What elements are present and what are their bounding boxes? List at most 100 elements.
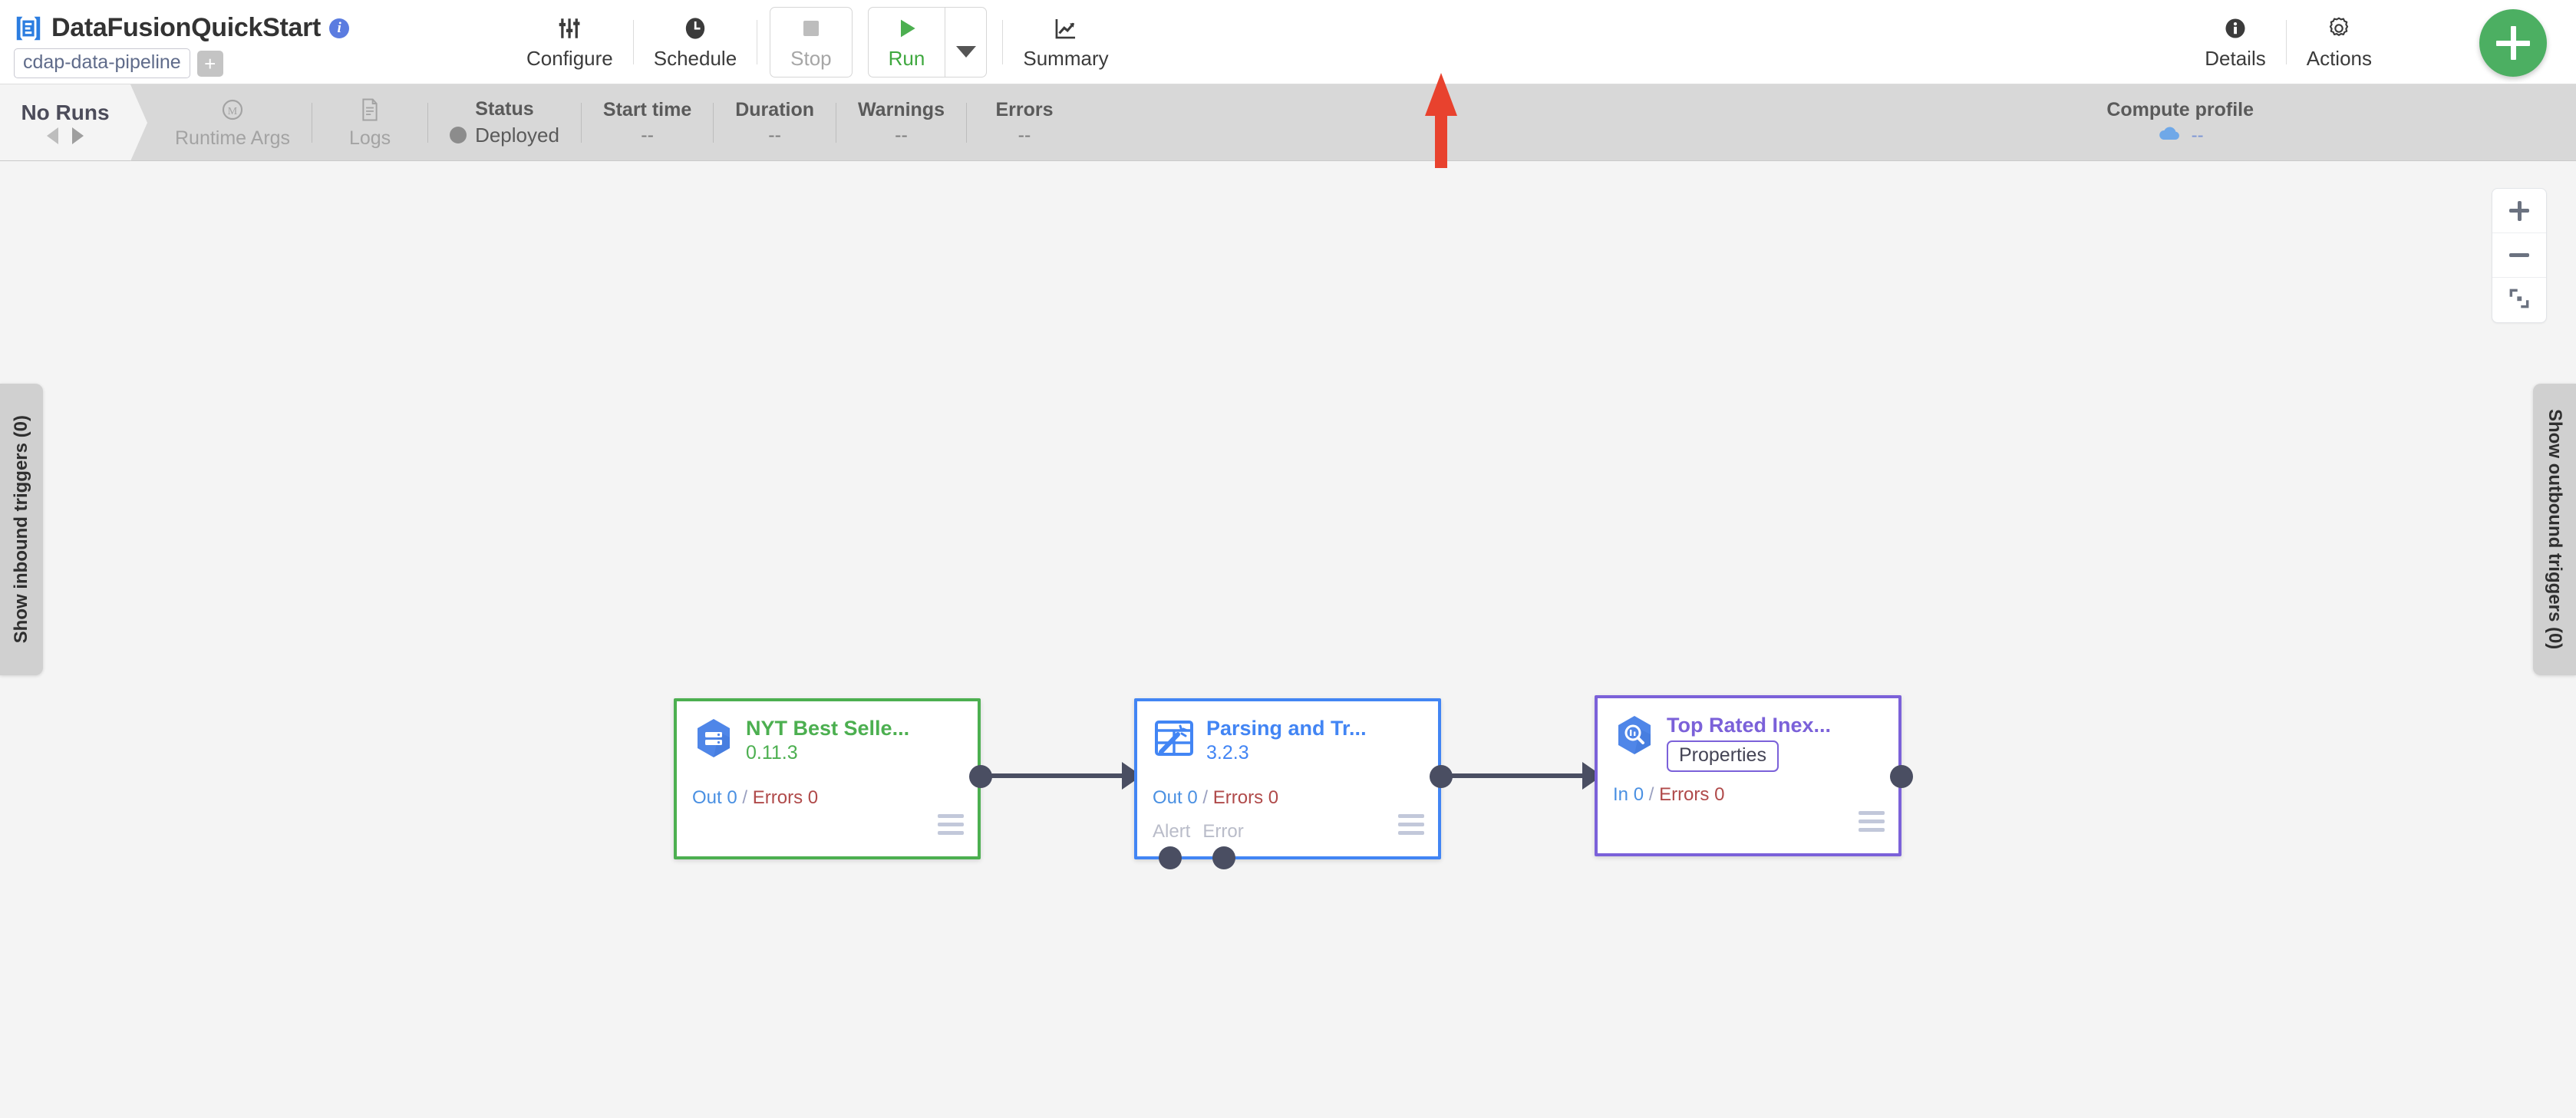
- runs-pager: [47, 127, 84, 144]
- node-alert-endpoint[interactable]: [1159, 846, 1182, 869]
- node-meta: NYT Best Selle... 0.11.3: [746, 717, 909, 764]
- triangle-right-icon[interactable]: [72, 127, 84, 144]
- clock-icon: [682, 14, 708, 43]
- bigquery-sink-icon: [1613, 714, 1656, 757]
- node-header: Top Rated Inex... Properties: [1598, 698, 1898, 772]
- schedule-button[interactable]: Schedule: [634, 7, 757, 78]
- arrow-shaft: [1435, 113, 1447, 168]
- start-time-column: Start time --: [582, 84, 713, 160]
- outbound-triggers-tab[interactable]: Show outbound triggers (0): [2533, 384, 2576, 675]
- logs-button[interactable]: Logs: [312, 84, 427, 160]
- document-icon: [358, 95, 381, 124]
- node-metrics: Out 0 / Errors 0: [1153, 787, 1278, 809]
- node-output-endpoint[interactable]: [1890, 765, 1913, 788]
- schedule-label: Schedule: [653, 46, 737, 70]
- compute-profile-value-row: --: [2157, 125, 2204, 147]
- metrics-separator: /: [1648, 784, 1654, 805]
- canvas-zoom-controls: [2492, 188, 2547, 323]
- stop-button-wrap: Stop: [757, 6, 865, 78]
- runtime-args-button[interactable]: M Runtime Args: [153, 84, 312, 160]
- pipeline-title-row: DataFusionQuickStart i: [14, 13, 353, 43]
- triangle-left-icon[interactable]: [47, 127, 58, 144]
- node-metrics: Out 0 / Errors 0: [692, 787, 818, 809]
- run-status-bar: No Runs M Runtime Args Logs Status Deplo…: [0, 84, 2576, 161]
- compute-profile-column[interactable]: Compute profile --: [2106, 84, 2254, 160]
- compute-profile-header: Compute profile: [2106, 98, 2254, 120]
- macro-m-icon: M: [220, 95, 245, 124]
- zoom-in-button[interactable]: [2492, 189, 2546, 233]
- actions-label: Actions: [2306, 46, 2372, 70]
- node-out-value: 0: [727, 787, 737, 808]
- info-icon[interactable]: i: [329, 18, 350, 38]
- fit-to-screen-icon: [2507, 286, 2531, 315]
- node-menu-button[interactable]: [938, 814, 964, 839]
- connection-wrangler-to-sink[interactable]: [1450, 773, 1596, 778]
- hamburger-icon-line: [1398, 814, 1424, 818]
- annotation-arrow-run: [1425, 73, 1457, 173]
- status-column: Status Deployed: [428, 84, 581, 160]
- status-header: Status: [475, 97, 534, 120]
- node-version: 3.2.3: [1206, 742, 1249, 763]
- node-in-label: In: [1613, 784, 1629, 805]
- hamburger-icon-line: [1398, 831, 1424, 835]
- zoom-out-button[interactable]: [2492, 233, 2546, 278]
- metrics-separator: /: [1202, 787, 1209, 808]
- errors-value: --: [1018, 124, 1031, 146]
- hamburger-icon-line: [1398, 823, 1424, 826]
- hamburger-icon-line: [938, 831, 964, 835]
- node-name: NYT Best Selle...: [746, 717, 910, 740]
- configure-button[interactable]: Configure: [506, 7, 633, 78]
- node-errors-value: 0: [1714, 784, 1725, 805]
- add-plugin-fab[interactable]: [2479, 9, 2547, 77]
- wrangler-icon: [1153, 717, 1196, 760]
- run-label: Run: [888, 46, 925, 70]
- add-tag-button[interactable]: +: [196, 50, 223, 77]
- runtime-args-label: Runtime Args: [175, 127, 291, 149]
- svg-text:M: M: [228, 106, 238, 117]
- status-badge: Deployed: [450, 124, 559, 147]
- cdap-logo-icon: [14, 14, 43, 43]
- top-toolbar: DataFusionQuickStart i cdap-data-pipelin…: [0, 0, 2576, 84]
- stop-label: Stop: [790, 46, 832, 70]
- node-errors-label: Errors: [1212, 787, 1264, 808]
- play-triangle-icon: [895, 14, 919, 43]
- inbound-triggers-tab[interactable]: Show inbound triggers (0): [0, 384, 43, 675]
- details-label: Details: [2205, 46, 2266, 70]
- node-output-endpoint[interactable]: [1430, 765, 1453, 788]
- run-button[interactable]: Run: [869, 8, 945, 77]
- node-name: Top Rated Inex...: [1667, 714, 1832, 737]
- duration-value: --: [768, 124, 781, 146]
- run-button-wrap: Run: [865, 6, 991, 78]
- connection-source-to-wrangler[interactable]: [990, 773, 1136, 778]
- node-menu-button[interactable]: [1859, 811, 1885, 836]
- node-meta: Top Rated Inex... Properties: [1667, 714, 1831, 772]
- pipeline-node-source[interactable]: NYT Best Selle... 0.11.3 Out 0 / Errors …: [674, 698, 992, 859]
- run-dropdown-button[interactable]: [945, 7, 986, 77]
- actions-button[interactable]: Actions: [2287, 7, 2392, 78]
- hamburger-icon-line: [938, 823, 964, 826]
- runs-count-label: No Runs: [21, 101, 110, 124]
- node-properties-tooltip[interactable]: Properties: [1667, 740, 1779, 772]
- page-title: DataFusionQuickStart: [51, 13, 322, 42]
- node-metrics: In 0 / Errors 0: [1613, 784, 1724, 806]
- pipeline-identity: DataFusionQuickStart i cdap-data-pipelin…: [0, 0, 353, 84]
- stop-button[interactable]: Stop: [770, 6, 853, 78]
- pipeline-canvas[interactable]: Show inbound triggers (0) Show outbound …: [0, 161, 2576, 1118]
- details-button[interactable]: Details: [2185, 7, 2285, 78]
- status-metrics: M Runtime Args Logs Status Deployed Star…: [130, 84, 1082, 160]
- runs-selector: No Runs: [0, 84, 147, 161]
- warnings-column: Warnings --: [836, 84, 966, 160]
- errors-column: Errors --: [967, 84, 1082, 160]
- node-menu-button[interactable]: [1398, 814, 1424, 839]
- pipeline-node-sink[interactable]: Top Rated Inex... Properties In 0 / Erro…: [1595, 695, 1913, 856]
- outbound-triggers-label: Show outbound triggers (0): [2545, 409, 2565, 650]
- summary-button[interactable]: Summary: [1003, 7, 1128, 78]
- pipeline-node-wrangler[interactable]: Parsing and Tr... 3.2.3 Out 0 / Errors 0…: [1134, 698, 1453, 869]
- compute-profile-value: --: [2191, 124, 2204, 146]
- artifact-type-chip[interactable]: cdap-data-pipeline: [14, 48, 190, 78]
- node-errors-label: Errors: [1659, 784, 1710, 805]
- metrics-separator: /: [742, 787, 748, 808]
- fit-to-screen-button[interactable]: [2492, 278, 2546, 322]
- node-error-endpoint[interactable]: [1212, 846, 1235, 869]
- node-output-endpoint[interactable]: [969, 765, 992, 788]
